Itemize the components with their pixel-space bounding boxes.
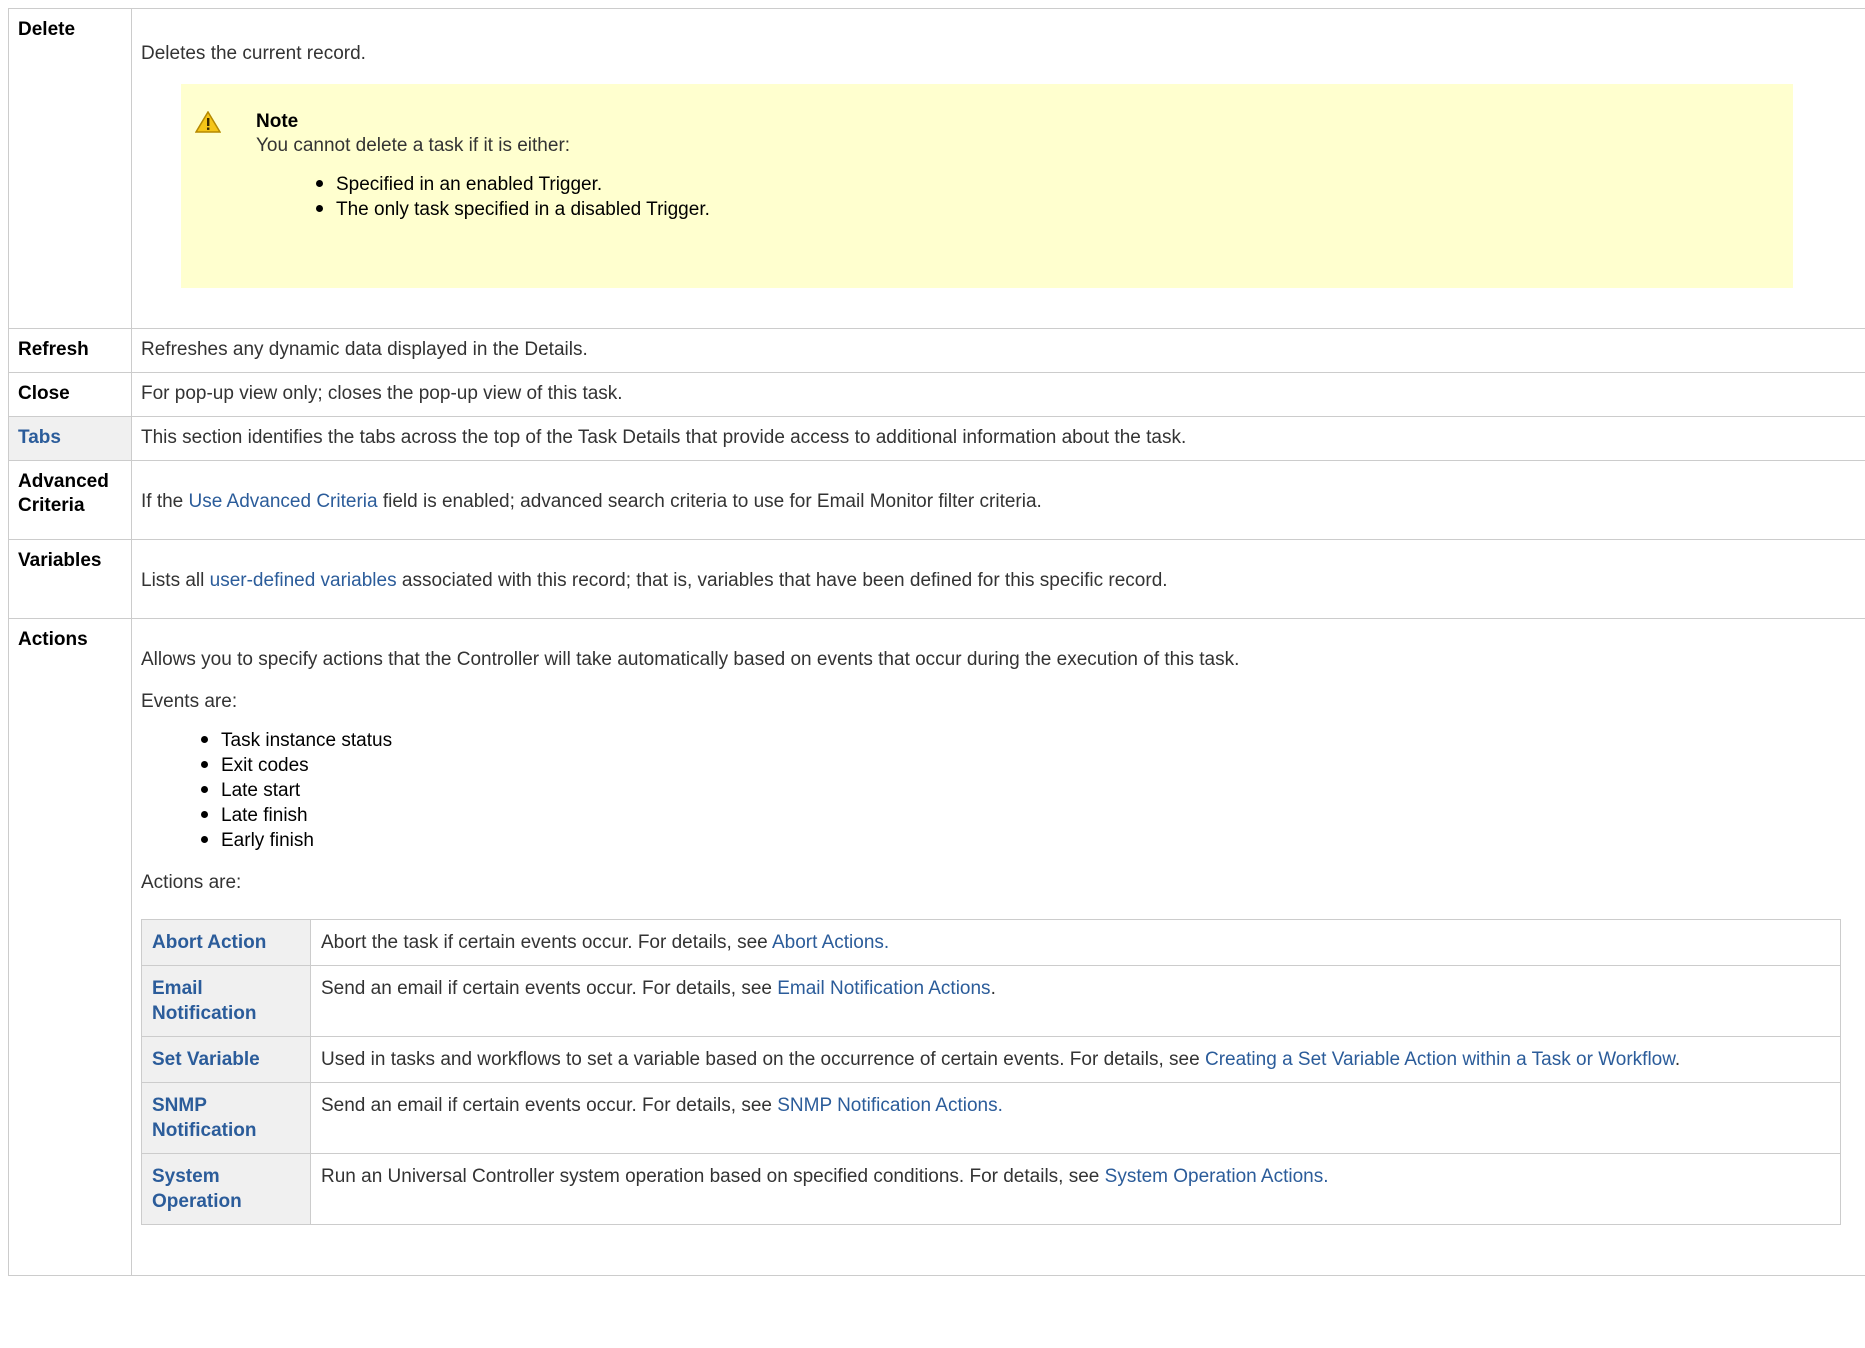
table-row-close: Close For pop-up view only; closes the p… bbox=[8, 372, 1865, 417]
field-label-advanced-criteria: Advanced Criteria bbox=[8, 460, 132, 540]
warning-icon bbox=[195, 111, 221, 133]
action-desc-suffix: . bbox=[990, 978, 996, 999]
action-desc-text: Send an email if certain events occur. F… bbox=[321, 1095, 778, 1116]
tabs-link[interactable]: Tabs bbox=[18, 427, 61, 448]
variables-desc-post: associated with this record; that is, va… bbox=[396, 570, 1168, 591]
note-list: Specified in an enabled Trigger. The onl… bbox=[256, 172, 1773, 222]
set-variable-link[interactable]: Set Variable bbox=[152, 1049, 260, 1070]
field-label-actions: Actions bbox=[8, 618, 132, 1276]
list-item: Task instance status bbox=[201, 728, 1860, 753]
delete-description: Deletes the current record. bbox=[141, 43, 366, 64]
system-operation-link[interactable]: System Operation bbox=[152, 1166, 242, 1212]
use-advanced-criteria-link[interactable]: Use Advanced Criteria bbox=[189, 491, 378, 512]
action-name-cell: Abort Action bbox=[141, 919, 311, 966]
action-name-cell: Set Variable bbox=[141, 1036, 311, 1083]
field-label-tabs: Tabs bbox=[8, 416, 132, 461]
list-item: Late finish bbox=[201, 803, 1860, 828]
table-row: System Operation Run an Universal Contro… bbox=[141, 1153, 1841, 1225]
table-row-variables: Variables Lists all user-defined variabl… bbox=[8, 539, 1865, 619]
note-title: Note bbox=[256, 111, 299, 132]
variables-desc-pre: Lists all bbox=[141, 570, 210, 591]
events-label: Events are: bbox=[141, 691, 238, 712]
field-desc-tabs: This section identifies the tabs across … bbox=[131, 416, 1865, 461]
system-operation-actions-link[interactable]: System Operation Actions. bbox=[1105, 1166, 1329, 1187]
table-row-tabs: Tabs This section identifies the tabs ac… bbox=[8, 416, 1865, 461]
action-desc-cell: Used in tasks and workflows to set a var… bbox=[310, 1036, 1841, 1083]
table-row: Email Notification Send an email if cert… bbox=[141, 965, 1841, 1037]
action-desc-suffix: . bbox=[1674, 1049, 1681, 1070]
table-row: SNMP Notification Send an email if certa… bbox=[141, 1082, 1841, 1154]
action-desc-text: Run an Universal Controller system opera… bbox=[321, 1166, 1105, 1187]
list-item: Late start bbox=[201, 778, 1860, 803]
table-row-delete: Delete Deletes the current record. Note … bbox=[8, 8, 1865, 329]
action-desc-text: Send an email if certain events occur. F… bbox=[321, 978, 778, 999]
action-desc-cell: Run an Universal Controller system opera… bbox=[310, 1153, 1841, 1225]
field-desc-delete: Deletes the current record. Note You can… bbox=[131, 8, 1865, 329]
table-row: Set Variable Used in tasks and workflows… bbox=[141, 1036, 1841, 1083]
actions-label: Actions are: bbox=[141, 872, 242, 893]
list-item: Exit codes bbox=[201, 753, 1860, 778]
field-label-variables: Variables bbox=[8, 539, 132, 619]
note-intro: You cannot delete a task if it is either… bbox=[256, 135, 571, 156]
action-desc-text: Used in tasks and workflows to set a var… bbox=[321, 1049, 1205, 1070]
field-desc-advanced-criteria: If the Use Advanced Criteria field is en… bbox=[131, 460, 1865, 540]
note-box: Note You cannot delete a task if it is e… bbox=[181, 84, 1793, 288]
table-row-refresh: Refresh Refreshes any dynamic data displ… bbox=[8, 328, 1865, 373]
actions-table: Abort Action Abort the task if certain e… bbox=[141, 919, 1841, 1225]
advanced-desc-post: field is enabled; advanced search criter… bbox=[377, 491, 1042, 512]
action-desc-text: Abort the task if certain events occur. … bbox=[321, 932, 772, 953]
user-defined-variables-link[interactable]: user-defined variables bbox=[210, 570, 397, 591]
advanced-desc-pre: If the bbox=[141, 491, 189, 512]
action-desc-cell: Send an email if certain events occur. F… bbox=[310, 1082, 1841, 1154]
field-label-delete: Delete bbox=[8, 8, 132, 329]
table-row-actions: Actions Allows you to specify actions th… bbox=[8, 618, 1865, 1276]
events-list: Task instance status Exit codes Late sta… bbox=[141, 728, 1860, 853]
email-notification-actions-link[interactable]: Email Notification Actions bbox=[777, 978, 990, 999]
field-desc-close: For pop-up view only; closes the pop-up … bbox=[131, 372, 1865, 417]
action-name-cell: System Operation bbox=[141, 1153, 311, 1225]
list-item: The only task specified in a disabled Tr… bbox=[316, 197, 1773, 222]
abort-actions-link[interactable]: Abort Actions. bbox=[772, 932, 889, 953]
fields-table: Delete Deletes the current record. Note … bbox=[8, 8, 1865, 1276]
list-item: Specified in an enabled Trigger. bbox=[316, 172, 1773, 197]
email-notification-link[interactable]: Email Notification bbox=[152, 978, 257, 1024]
field-label-refresh: Refresh bbox=[8, 328, 132, 373]
snmp-notification-link[interactable]: SNMP Notification bbox=[152, 1095, 257, 1141]
abort-action-link[interactable]: Abort Action bbox=[152, 932, 266, 953]
table-row: Abort Action Abort the task if certain e… bbox=[141, 919, 1841, 966]
field-desc-refresh: Refreshes any dynamic data displayed in … bbox=[131, 328, 1865, 373]
action-name-cell: SNMP Notification bbox=[141, 1082, 311, 1154]
snmp-notification-actions-link[interactable]: SNMP Notification Actions. bbox=[777, 1095, 1003, 1116]
action-desc-cell: Abort the task if certain events occur. … bbox=[310, 919, 1841, 966]
list-item: Early finish bbox=[201, 828, 1860, 853]
table-row-advanced-criteria: Advanced Criteria If the Use Advanced Cr… bbox=[8, 460, 1865, 540]
action-desc-cell: Send an email if certain events occur. F… bbox=[310, 965, 1841, 1037]
set-variable-action-link[interactable]: Creating a Set Variable Action within a … bbox=[1205, 1049, 1675, 1070]
actions-description: Allows you to specify actions that the C… bbox=[141, 649, 1240, 670]
field-desc-variables: Lists all user-defined variables associa… bbox=[131, 539, 1865, 619]
field-desc-actions: Allows you to specify actions that the C… bbox=[131, 618, 1865, 1276]
field-label-close: Close bbox=[8, 372, 132, 417]
action-name-cell: Email Notification bbox=[141, 965, 311, 1037]
